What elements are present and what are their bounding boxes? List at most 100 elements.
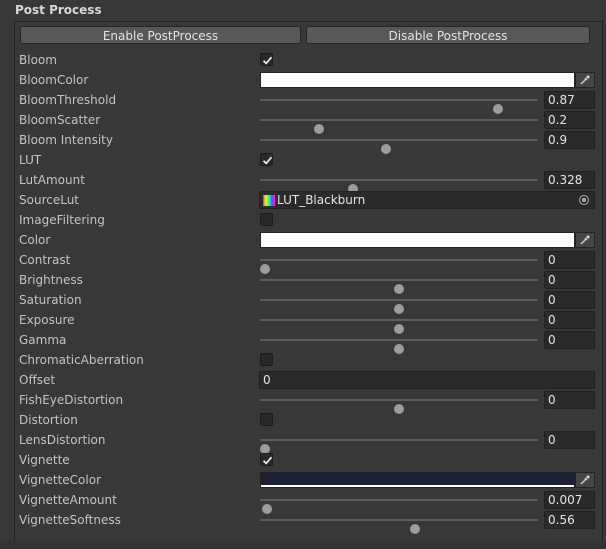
bloom-threshold-label: BloomThreshold — [19, 93, 117, 107]
vignette-label: Vignette — [19, 453, 70, 467]
row-vignette: Vignette — [19, 450, 599, 470]
exposure-label: Exposure — [19, 313, 75, 327]
row-color: Color — [19, 230, 599, 250]
bloom-intensity-input[interactable]: 0.9 — [544, 131, 595, 149]
bloom-scatter-slider[interactable] — [260, 119, 538, 134]
row-saturation: Saturation 0 — [19, 290, 599, 314]
row-bloom-intensity: Bloom Intensity 0.9 — [19, 130, 599, 154]
brightness-label: Brightness — [19, 273, 83, 287]
contrast-input[interactable]: 0 — [544, 251, 595, 269]
eyedropper-icon[interactable] — [575, 472, 595, 488]
gamma-input[interactable]: 0 — [544, 331, 595, 349]
vignette-softness-input[interactable]: 0.56 — [544, 511, 595, 529]
vignette-amount-slider[interactable] — [260, 499, 538, 514]
post-process-header[interactable]: Post Process — [0, 0, 606, 20]
distortion-label: Distortion — [19, 413, 78, 427]
vignette-color-label: VignetteColor — [19, 473, 102, 487]
row-lens-distortion: LensDistortion 0 — [19, 430, 599, 454]
row-source-lut: SourceLut LUT_Blackburn — [19, 190, 599, 210]
row-bloom-threshold: BloomThreshold 0.87 — [19, 90, 599, 114]
saturation-label: Saturation — [19, 293, 82, 307]
bloom-checkbox[interactable] — [260, 53, 273, 66]
row-lut-amount: LutAmount 0.328 — [19, 170, 599, 194]
lens-distortion-slider[interactable] — [260, 439, 538, 454]
alpha-bar — [261, 485, 574, 487]
lut-amount-label: LutAmount — [19, 173, 85, 187]
row-bloom-color: BloomColor — [19, 70, 599, 90]
row-exposure: Exposure 0 — [19, 310, 599, 334]
row-lut: LUT — [19, 150, 599, 170]
lut-label: LUT — [19, 153, 42, 167]
panel-bottom — [0, 541, 606, 549]
row-vignette-color: VignetteColor — [19, 470, 599, 490]
checkmark-icon — [262, 56, 273, 65]
source-lut-label: SourceLut — [19, 193, 79, 207]
checkmark-icon — [262, 156, 273, 165]
bloom-threshold-input[interactable]: 0.87 — [544, 91, 595, 109]
row-bloom-scatter: BloomScatter 0.2 — [19, 110, 599, 134]
row-vignette-amount: VignetteAmount 0.007 — [19, 490, 599, 514]
distortion-checkbox[interactable] — [260, 413, 273, 426]
chromatic-aberration-label: ChromaticAberration — [19, 353, 144, 367]
vignette-amount-input[interactable]: 0.007 — [544, 491, 595, 509]
exposure-input[interactable]: 0 — [544, 311, 595, 329]
bloom-scatter-label: BloomScatter — [19, 113, 101, 127]
vignette-softness-slider[interactable] — [260, 519, 538, 534]
chromatic-aberration-checkbox[interactable] — [260, 353, 273, 366]
source-lut-value: LUT_Blackburn — [277, 193, 366, 207]
brightness-slider[interactable] — [260, 279, 538, 294]
contrast-slider[interactable] — [260, 259, 538, 274]
bloom-intensity-slider[interactable] — [260, 139, 538, 154]
color-label: Color — [19, 233, 51, 247]
fisheye-distortion-label: FishEyeDistortion — [19, 393, 124, 407]
gamma-label: Gamma — [19, 333, 67, 347]
object-picker-icon[interactable] — [579, 195, 589, 205]
lut-amount-input[interactable]: 0.328 — [544, 171, 595, 189]
vignette-color-swatch[interactable] — [260, 472, 575, 488]
bloom-color-swatch[interactable] — [260, 72, 575, 88]
checkmark-icon — [262, 456, 273, 465]
vignette-amount-label: VignetteAmount — [19, 493, 117, 507]
row-image-filtering: ImageFiltering — [19, 210, 599, 230]
eyedropper-icon[interactable] — [575, 232, 595, 248]
row-chromatic-aberration: ChromaticAberration — [19, 350, 599, 370]
bloom-color-label: BloomColor — [19, 73, 89, 87]
row-vignette-softness: VignetteSoftness 0.56 — [19, 510, 599, 534]
contrast-label: Contrast — [19, 253, 71, 267]
gamma-slider[interactable] — [260, 339, 538, 354]
row-distortion: Distortion — [19, 410, 599, 430]
image-filtering-checkbox[interactable] — [260, 213, 273, 226]
lut-amount-slider[interactable] — [260, 179, 538, 194]
offset-input[interactable]: 0 — [259, 371, 595, 389]
vignette-checkbox[interactable] — [260, 453, 273, 466]
lens-distortion-label: LensDistortion — [19, 433, 106, 447]
disable-postprocess-button[interactable]: Disable PostProcess — [306, 26, 590, 44]
lut-checkbox[interactable] — [260, 153, 273, 166]
bloom-scatter-input[interactable]: 0.2 — [544, 111, 595, 129]
eyedropper-icon[interactable] — [575, 72, 595, 88]
offset-label: Offset — [19, 373, 56, 387]
fisheye-distortion-input[interactable]: 0 — [544, 391, 595, 409]
vignette-softness-label: VignetteSoftness — [19, 513, 121, 527]
bloom-intensity-label: Bloom Intensity — [19, 133, 113, 147]
row-gamma: Gamma 0 — [19, 330, 599, 354]
saturation-input[interactable]: 0 — [544, 291, 595, 309]
color-swatch[interactable] — [260, 232, 575, 248]
exposure-slider[interactable] — [260, 319, 538, 334]
lut-texture-icon — [263, 195, 275, 206]
row-contrast: Contrast 0 — [19, 250, 599, 274]
row-brightness: Brightness 0 — [19, 270, 599, 294]
brightness-input[interactable]: 0 — [544, 271, 595, 289]
bloom-label: Bloom — [19, 53, 57, 67]
enable-postprocess-button[interactable]: Enable PostProcess — [20, 26, 301, 44]
source-lut-object-field[interactable]: LUT_Blackburn — [259, 191, 595, 209]
fisheye-distortion-slider[interactable] — [260, 399, 538, 414]
row-bloom: Bloom — [19, 50, 599, 70]
section-title: Post Process — [15, 3, 102, 17]
image-filtering-label: ImageFiltering — [19, 213, 105, 227]
bloom-threshold-slider[interactable] — [260, 99, 538, 114]
lens-distortion-input[interactable]: 0 — [544, 431, 595, 449]
row-fisheye-distortion: FishEyeDistortion 0 — [19, 390, 599, 414]
saturation-slider[interactable] — [260, 299, 538, 314]
row-offset: Offset 0 — [19, 370, 599, 390]
